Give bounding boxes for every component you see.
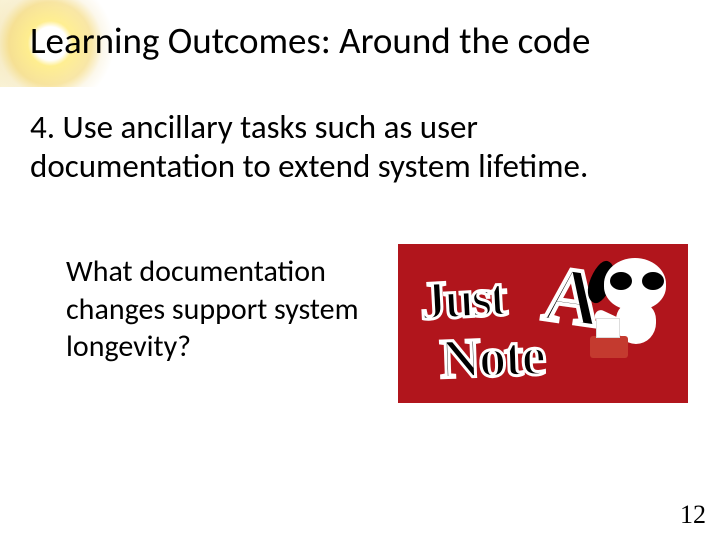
learning-outcome-text: 4. Use ancillary tasks such as user docu… xyxy=(30,108,670,186)
note-word-just: Just xyxy=(418,266,505,332)
slide-title: Learning Outcomes: Around the code xyxy=(30,20,690,63)
page-number: 12 xyxy=(680,500,706,530)
snoopy-cartoon-icon xyxy=(586,250,682,360)
just-a-note-graphic: Just A Note xyxy=(398,244,688,403)
note-word-note: Note xyxy=(439,324,545,392)
prompt-question: What documentation changes support syste… xyxy=(66,253,366,366)
